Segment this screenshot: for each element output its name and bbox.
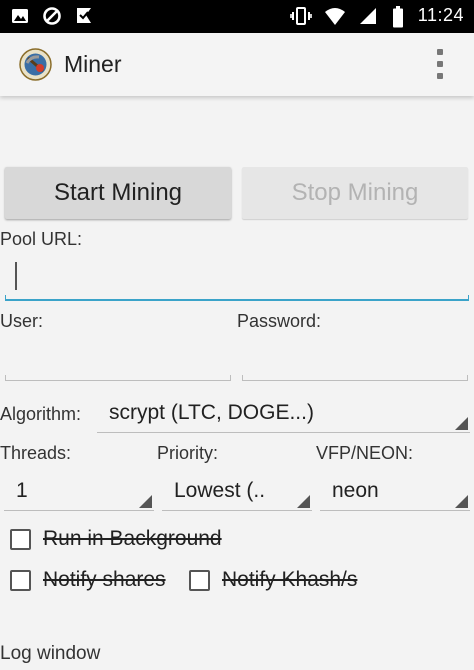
vfp-neon-spinner[interactable]: neon [320,473,470,511]
vfp-neon-underline [320,510,470,511]
stop-mining-button[interactable]: Stop Mining [242,167,468,219]
miner-app-icon[interactable] [19,48,52,81]
pool-url-input[interactable] [5,250,469,301]
notify-khash-label: Notify Khash/s [222,568,358,591]
threads-underline [4,510,154,511]
vibrate-icon [289,6,312,26]
algorithm-label: Algorithm: [0,404,82,424]
dropdown-arrow-icon [297,495,310,508]
notify-shares-checkbox[interactable]: Notify shares [10,568,166,592]
text-cursor [15,262,17,290]
dropdown-arrow-icon [139,495,152,508]
pool-url-label: Pool URL: [0,229,83,249]
vfp-neon-label: VFP/NEON: [316,443,414,463]
app-title: Miner [64,51,122,77]
vfp-neon-value: neon [332,479,379,502]
more-vert-icon[interactable] [437,49,445,79]
threads-value: 1 [16,479,28,502]
run-in-background-label: Run in Background [43,527,222,550]
password-label: Password: [237,311,322,331]
priority-underline [162,510,312,511]
status-bar-left [10,6,94,26]
signal-icon [358,6,378,26]
checkbox-box[interactable] [189,569,210,591]
pool-url-underline [5,295,469,301]
user-field[interactable] [5,335,231,381]
wifi-icon [324,6,345,26]
log-window-label: Log window [0,643,101,664]
algorithm-underline [97,432,470,433]
priority-spinner[interactable]: Lowest (.. [162,473,312,511]
app-toolbar: Miner [0,33,474,96]
data-saver-icon [42,6,62,26]
start-mining-button[interactable]: Start Mining [5,167,231,219]
algorithm-spinner[interactable]: scrypt (LTC, DOGE...) [97,395,470,433]
algorithm-value: scrypt (LTC, DOGE...) [109,401,314,424]
checkbox-box[interactable] [10,569,31,591]
checkbox-box[interactable] [10,528,31,550]
notify-shares-label: Notify shares [43,568,166,591]
password-underline [242,375,468,381]
user-label: User: [0,311,44,331]
dropdown-arrow-icon [455,417,468,430]
clock: 11:24 [417,5,464,25]
image-icon [10,6,30,26]
priority-value: Lowest (.. [174,479,266,502]
priority-label: Priority: [157,443,219,463]
threads-spinner[interactable]: 1 [4,473,154,511]
battery-icon [392,5,404,27]
password-field[interactable] [242,335,468,381]
status-bar-right: 11:24 [289,5,464,27]
dropdown-arrow-icon [455,495,468,508]
threads-label: Threads: [0,443,72,463]
status-bar: 11:24 [0,0,474,33]
notify-khash-checkbox[interactable]: Notify Khash/s [189,568,357,592]
user-underline [5,375,231,381]
checkmark-flag-icon [74,6,94,26]
run-in-background-checkbox[interactable]: Run in Background [10,527,222,551]
